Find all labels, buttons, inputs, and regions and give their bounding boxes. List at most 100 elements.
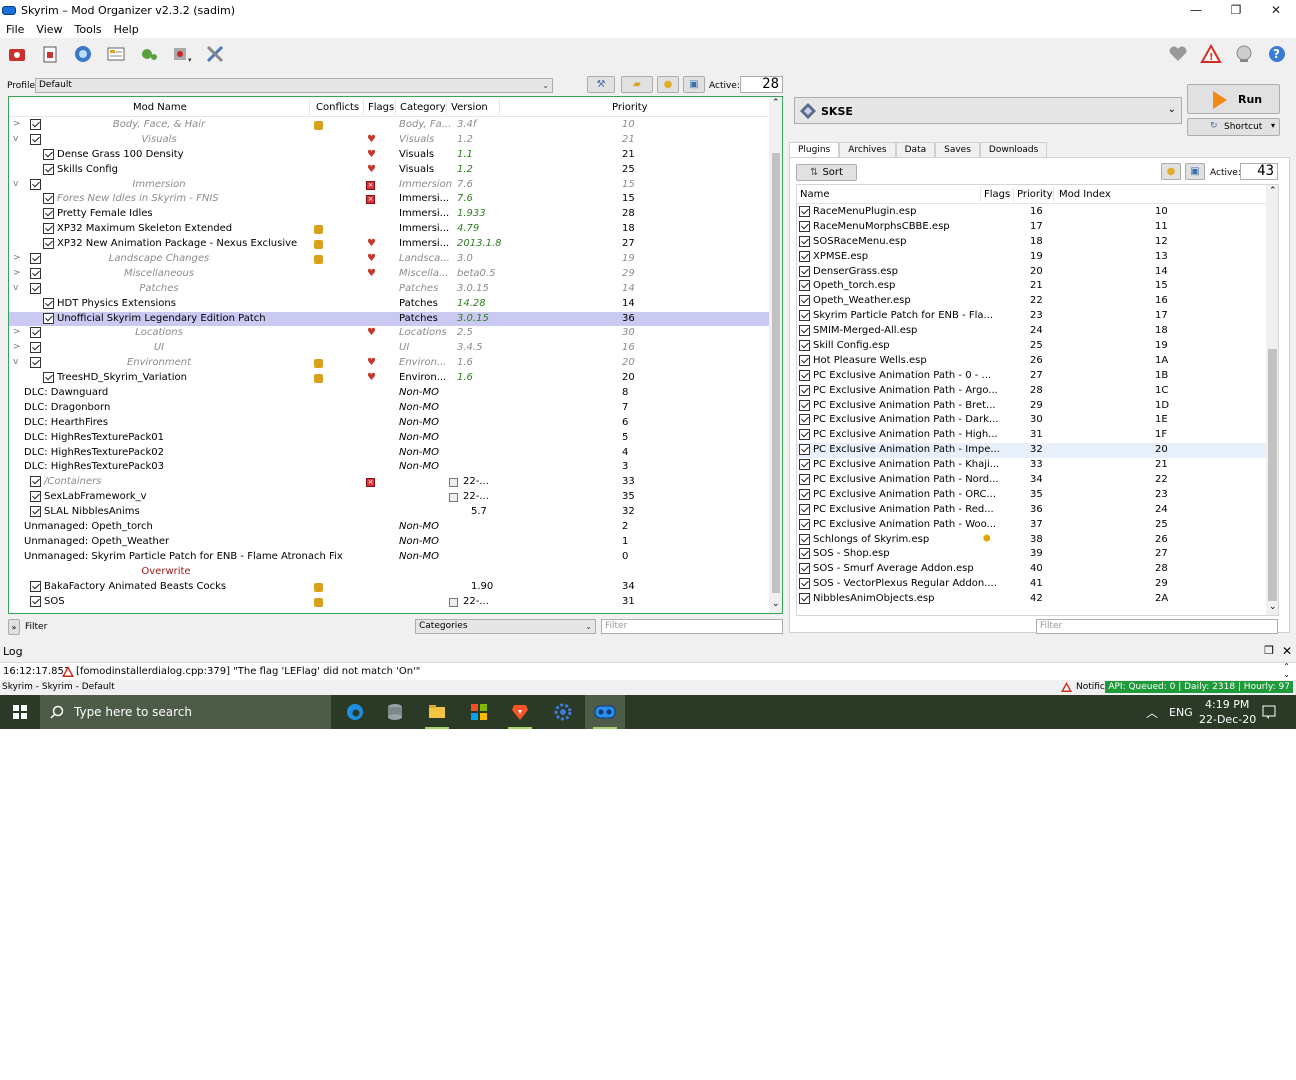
plugin-row[interactable]: SOSRaceMenu.esp 18 12 [797, 235, 1267, 250]
plugin-row[interactable]: Skyrim Particle Patch for ENB - Fla... 23… [797, 309, 1267, 324]
mod-enable-checkbox[interactable] [43, 372, 54, 384]
clock-date[interactable]: 22-Dec-20 [1199, 713, 1256, 726]
plugin-row[interactable]: DenserGrass.esp 20 14 [797, 265, 1267, 280]
help-icon[interactable]: ? [1266, 43, 1288, 65]
plugin-row[interactable]: SOS - Shop.esp 39 27 [797, 547, 1267, 562]
scroll-down-icon[interactable]: ⌄ [772, 599, 780, 609]
maximize-button[interactable]: ❐ [1216, 0, 1256, 20]
tab-downloads[interactable]: Downloads [979, 142, 1048, 158]
expand-filters-button[interactable]: » [8, 619, 20, 635]
plugin-row[interactable]: PC Exclusive Animation Path - Bret... 29 1… [797, 399, 1267, 414]
plugin-row[interactable]: PC Exclusive Animation Path - Red... 36 24 [797, 503, 1267, 518]
mod-row[interactable]: Unmanaged: Opeth_torch Non-MO 2 [9, 520, 769, 535]
mod-row[interactable]: > Landscape Changes ♥ Landsca... 3.0 19 [9, 252, 769, 267]
mod-row[interactable]: > Locations ♥ Locations 2.5 30 [9, 326, 769, 341]
plugin-row[interactable]: PC Exclusive Animation Path - Khaji... 33… [797, 458, 1267, 473]
backup-plugins-button[interactable]: ▣ [1185, 163, 1205, 180]
plugin-enable-checkbox[interactable] [799, 280, 810, 292]
plugin-enable-checkbox[interactable] [799, 578, 810, 590]
profile-select[interactable]: Default ⌄ [35, 78, 553, 93]
scroll-up-icon[interactable]: ⌃ [1269, 186, 1277, 196]
mod-row[interactable]: > UI UI 3.4.5 16 [9, 341, 769, 356]
mod-row[interactable]: XP32 Maximum Skeleton Extended Immersi...… [9, 222, 769, 237]
gear-app[interactable] [543, 695, 583, 729]
close-icon[interactable]: ✕ [1282, 644, 1292, 658]
menu-tools[interactable]: Tools [69, 23, 108, 36]
plugin-row[interactable]: PC Exclusive Animation Path - High... 31 1… [797, 428, 1267, 443]
close-button[interactable]: ✕ [1256, 0, 1296, 20]
mod-row[interactable]: DLC: HighResTexturePack03 Non-MO 3 [9, 460, 769, 475]
plugin-filter-input[interactable]: Filter [1036, 619, 1278, 634]
plugin-row[interactable]: PC Exclusive Animation Path - Nord... 34 2… [797, 473, 1267, 488]
plugin-enable-checkbox[interactable] [799, 444, 810, 456]
col-plugin-index[interactable]: Mod Index [1059, 189, 1111, 200]
mod-row[interactable]: Overwrite [9, 565, 769, 580]
plugin-enable-checkbox[interactable] [799, 250, 810, 262]
mod-list-scrollbar[interactable]: ⌃ ⌄ [769, 97, 782, 613]
col-conflicts[interactable]: Conflicts [316, 102, 359, 113]
tab-plugins[interactable]: Plugins [789, 142, 840, 158]
plugin-enable-checkbox[interactable] [799, 340, 810, 352]
scroll-thumb[interactable] [1268, 349, 1277, 601]
col-plugin-name[interactable]: Name [800, 189, 830, 200]
taskbar-search[interactable]: Type here to search [40, 695, 331, 729]
plugin-row[interactable]: Opeth_torch.esp 21 15 [797, 279, 1267, 294]
scroll-thumb[interactable] [772, 153, 780, 593]
plugin-list-scrollbar[interactable]: ⌃ ⌄ [1266, 185, 1278, 615]
tab-archives[interactable]: Archives [839, 142, 896, 158]
mod-row[interactable]: v Patches Patches 3.0.15 14 [9, 282, 769, 297]
sort-button[interactable]: ⇅ Sort [796, 164, 857, 181]
settings-icon[interactable] [204, 43, 226, 65]
col-plugin-flags[interactable]: Flags [984, 189, 1010, 200]
plugin-enable-checkbox[interactable] [799, 265, 810, 277]
shortcut-button[interactable]: ↻ Shortcut ▾ [1187, 118, 1280, 136]
mod-enable-checkbox[interactable] [30, 476, 41, 488]
executable-select[interactable]: SKSE ⌄ [794, 97, 1182, 124]
tab-saves[interactable]: Saves [935, 142, 980, 158]
plugin-row[interactable]: PC Exclusive Animation Path - Woo... 37 25 [797, 518, 1267, 533]
mod-enable-checkbox[interactable] [43, 208, 54, 220]
plugin-row[interactable]: SOS - VectorPlexus Regular Addon.... 41 29 [797, 577, 1267, 592]
plugin-row[interactable]: Opeth_Weather.esp 22 16 [797, 294, 1267, 309]
mod-row[interactable]: Unmanaged: Opeth_Weather Non-MO 1 [9, 535, 769, 550]
scroll-up-icon[interactable]: ⌃ [772, 98, 780, 108]
categories-select[interactable]: Categories ⌄ [415, 619, 596, 634]
plugin-row[interactable]: SMIM-Merged-All.esp 24 18 [797, 324, 1267, 339]
mod-row[interactable]: Pretty Female Idles Immersi... 1.933 28 [9, 207, 769, 222]
plugin-enable-checkbox[interactable] [799, 459, 810, 471]
restore-plugins-button[interactable]: ● [1161, 163, 1181, 180]
database-app[interactable] [375, 695, 415, 729]
col-version[interactable]: Version [451, 102, 488, 113]
mod-row[interactable]: > Body, Face, & Hair Body, Fa... 3.4f 10 [9, 118, 769, 133]
plugin-row[interactable]: RaceMenuPlugin.esp 16 10 [797, 205, 1267, 220]
col-priority[interactable]: Priority [612, 102, 648, 113]
plugin-row[interactable]: Skill Config.esp 25 19 [797, 339, 1267, 354]
plugin-enable-checkbox[interactable] [799, 310, 810, 322]
col-plugin-priority[interactable]: Priority [1017, 189, 1053, 200]
mod-row[interactable]: Dense Grass 100 Density ♥ Visuals 1.1 21 [9, 148, 769, 163]
plugin-enable-checkbox[interactable] [799, 414, 810, 426]
plugin-row[interactable]: Schlongs of Skyrim.esp ⬢ 38 26 [797, 533, 1267, 548]
action-center-icon[interactable] [1262, 705, 1276, 719]
plugin-row[interactable]: RaceMenuMorphsCBBE.esp 17 11 [797, 220, 1267, 235]
scroll-down-icon[interactable]: ⌄ [1269, 602, 1277, 612]
mod-row[interactable]: Skills Config ♥ Visuals 1.2 25 [9, 163, 769, 178]
plugin-enable-checkbox[interactable] [799, 369, 810, 381]
mod-row[interactable]: Fores New Idles in Skyrim - FNIS × Immersi… [9, 192, 769, 207]
mod-enable-checkbox[interactable] [43, 297, 54, 309]
nexus-icon[interactable] [72, 43, 94, 65]
plugin-enable-checkbox[interactable] [799, 384, 810, 396]
mod-row[interactable]: DLC: HighResTexturePack02 Non-MO 4 [9, 446, 769, 461]
language-indicator[interactable]: ENG [1169, 706, 1193, 719]
plugin-row[interactable]: PC Exclusive Animation Path - ORC... 35 23 [797, 488, 1267, 503]
brave-app[interactable] [500, 695, 540, 729]
plugin-enable-checkbox[interactable] [799, 325, 810, 337]
tray-overflow-icon[interactable]: ︿ [1146, 704, 1158, 721]
mod-enable-checkbox[interactable] [30, 580, 41, 592]
mod-row[interactable]: BakaFactory Animated Beasts Cocks 1.90 34 [9, 580, 769, 595]
mod-organizer-app[interactable] [585, 695, 625, 729]
plugin-enable-checkbox[interactable] [799, 399, 810, 411]
mod-enable-checkbox[interactable] [43, 238, 54, 250]
mod-row[interactable]: SOS 22-... 31 [9, 595, 769, 610]
mod-enable-checkbox[interactable] [30, 506, 41, 518]
